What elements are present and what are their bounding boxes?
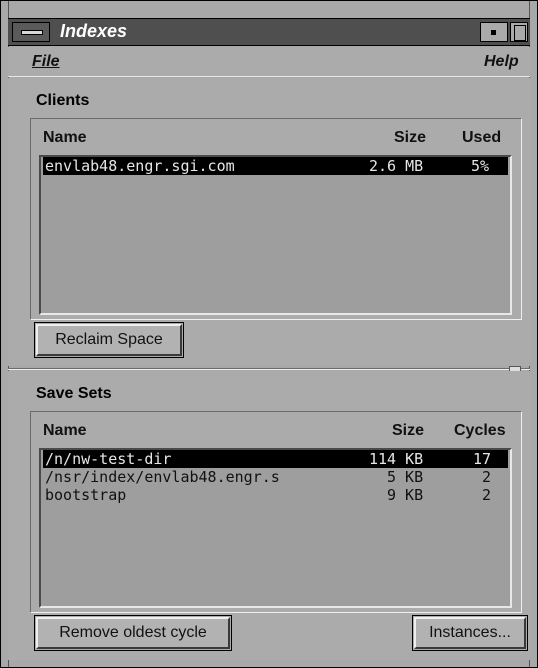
window-menu-icon[interactable] bbox=[12, 22, 50, 42]
remove-button-frame: Remove oldest cycle bbox=[34, 615, 232, 651]
remove-oldest-cycle-button[interactable]: Remove oldest cycle bbox=[36, 617, 230, 649]
save-set-size: 9 KB bbox=[387, 486, 424, 504]
menu-help[interactable]: Help bbox=[484, 53, 519, 71]
client-size: 2.6 MB bbox=[369, 157, 424, 175]
clients-col-size: Size bbox=[394, 129, 427, 146]
save-set-name: bootstrap bbox=[45, 486, 127, 504]
save-sets-col-cycles: Cycles bbox=[454, 422, 506, 439]
clients-list-frame: Name Size Used envlab48.engr.sgi.com 2.6… bbox=[30, 118, 522, 320]
table-row[interactable]: /nsr/index/envlab48.engr.s 5 KB 2 bbox=[43, 468, 508, 486]
save-sets-list[interactable]: /n/nw-test-dir 114 KB 17 /nsr/index/envl… bbox=[39, 448, 512, 608]
table-row[interactable]: envlab48.engr.sgi.com 2.6 MB 5% bbox=[43, 157, 508, 175]
pane-divider[interactable] bbox=[8, 368, 530, 370]
save-set-cycles: 17 bbox=[473, 450, 492, 468]
save-sets-col-size: Size bbox=[392, 422, 425, 439]
menu-file[interactable]: File bbox=[32, 53, 60, 71]
table-row[interactable]: bootstrap 9 KB 2 bbox=[43, 486, 508, 504]
menu-bar: File Help bbox=[8, 47, 530, 77]
clients-list[interactable]: envlab48.engr.sgi.com 2.6 MB 5% bbox=[39, 155, 512, 315]
table-row[interactable]: /n/nw-test-dir 114 KB 17 bbox=[43, 450, 508, 468]
clients-col-used: Used bbox=[462, 129, 502, 146]
instances-button[interactable]: Instances... bbox=[414, 617, 526, 649]
clients-col-name: Name bbox=[43, 129, 87, 146]
window-title: Indexes bbox=[60, 21, 128, 41]
clients-pane: Clients Name Size Used envlab48.engr.sgi… bbox=[8, 78, 530, 366]
save-set-size: 114 KB bbox=[369, 450, 424, 468]
save-set-cycles: 2 bbox=[482, 468, 492, 486]
reclaim-space-button[interactable]: Reclaim Space bbox=[36, 324, 182, 356]
save-sets-pane: Save Sets Name Size Cycles /n/nw-test-di… bbox=[8, 371, 530, 660]
save-sets-section-title: Save Sets bbox=[36, 385, 112, 402]
save-set-name: /nsr/index/envlab48.engr.s bbox=[45, 468, 280, 486]
client-name: envlab48.engr.sgi.com bbox=[45, 157, 235, 175]
save-sets-col-name: Name bbox=[43, 422, 87, 439]
save-set-name: /n/nw-test-dir bbox=[45, 450, 172, 468]
clients-section-title: Clients bbox=[36, 92, 90, 109]
reclaim-button-frame: Reclaim Space bbox=[34, 322, 184, 358]
minimize-icon[interactable] bbox=[480, 22, 508, 42]
maximize-icon[interactable] bbox=[510, 22, 528, 42]
save-set-cycles: 2 bbox=[482, 486, 492, 504]
client-used: 5% bbox=[471, 157, 490, 175]
title-bar[interactable]: Indexes bbox=[8, 18, 530, 46]
save-sets-list-frame: Name Size Cycles /n/nw-test-dir 114 KB 1… bbox=[30, 411, 522, 613]
instances-button-frame: Instances... bbox=[412, 615, 528, 651]
save-set-size: 5 KB bbox=[387, 468, 424, 486]
